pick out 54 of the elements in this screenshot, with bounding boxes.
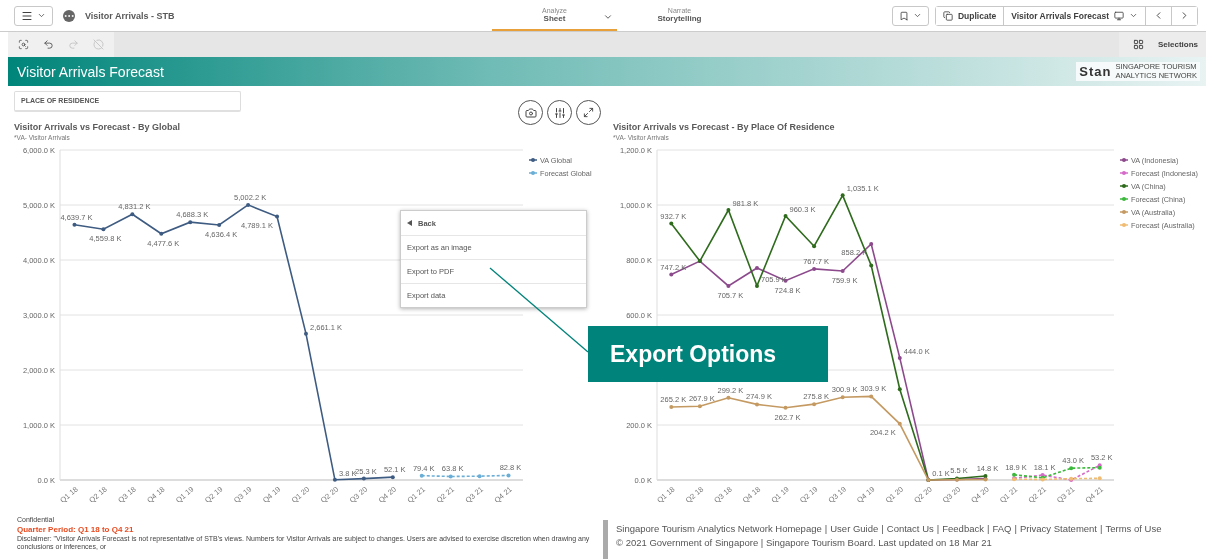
separator: | [986,523,990,534]
step-back-icon [43,39,54,50]
menu-icon [21,9,33,22]
clear-icon [93,39,104,50]
expand-icon [583,107,594,118]
legend-marker [528,171,538,175]
monitor-icon [1114,10,1124,21]
bookmark-button[interactable] [891,5,929,26]
legend-marker [1119,210,1129,214]
sliders-icon [553,106,566,119]
selections-button[interactable]: Selections [1119,32,1206,57]
copyright-text: © 2021 Government of Singapore | Singapore Tourism Board. Last updated on 18 Mar 21 [616,537,993,548]
legend-marker [1119,223,1129,227]
caret-icon [912,11,922,20]
app-icon [63,9,75,22]
toolbar-button[interactable] [43,39,54,50]
legend-marker [528,158,538,162]
legend-marker [1119,171,1129,175]
bookmark-icon [898,10,909,21]
toolbar-button[interactable] [18,39,29,50]
camera-icon [524,106,537,119]
caret-icon [37,11,46,20]
legend-marker [1119,184,1129,188]
footer-link[interactable]: Contact Us [886,523,934,534]
back-triangle-icon [407,220,412,226]
step-forward-icon [68,39,79,50]
expand-button[interactable] [576,100,601,125]
sliders-button[interactable] [547,100,572,125]
footer-link[interactable]: FAQ [992,523,1012,534]
smart-search-icon [18,39,29,50]
caret-icon [603,12,613,22]
separator: | [824,523,828,534]
callout-label: Export Options [588,326,828,382]
chart-title: Visitor Arrivals vs Forecast - By Place Of Residence [613,122,836,134]
footer-link[interactable]: Feedback [942,523,984,534]
footer-link[interactable]: Singapore Tourism Analytics Network Homepage [616,523,822,534]
app-title: Visitor Arrivals - STB [85,10,175,21]
separator: | [881,523,884,534]
grid-icon [1133,39,1144,50]
separator: | [1014,523,1017,534]
caret-icon [1129,11,1138,20]
copy-icon [942,10,953,21]
period-label: Quarter Period: Q1 18 to Q4 21 [17,525,135,534]
footer-link[interactable]: Terms of Use [1105,523,1162,534]
chart-title: Visitor Arrivals vs Forecast - By Global [14,122,182,134]
menu-button[interactable] [14,5,53,26]
footer-link[interactable]: User Guide [830,523,879,534]
separator: | [936,523,940,534]
sheet-title: Visitor Arrivals Forecast [17,63,164,80]
camera-button[interactable] [518,100,543,125]
separator: | [1100,523,1103,534]
footer-link[interactable]: Privacy Statement [1019,523,1097,534]
legend-marker [1119,158,1129,162]
legend-marker [1119,197,1129,201]
